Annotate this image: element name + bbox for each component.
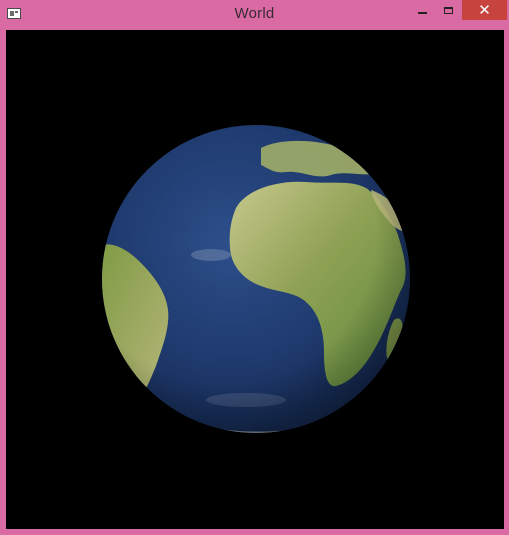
title-bar[interactable]: World ✕: [0, 0, 509, 30]
earth-globe[interactable]: [6, 30, 504, 529]
maximize-button[interactable]: [436, 0, 460, 20]
app-window: World ✕: [0, 0, 509, 535]
render-viewport[interactable]: [6, 30, 504, 529]
close-button[interactable]: ✕: [462, 0, 507, 20]
globe-shading: [102, 125, 410, 433]
minimize-icon: [417, 12, 427, 14]
close-icon: ✕: [478, 1, 491, 19]
maximize-icon: [443, 6, 453, 14]
minimize-button[interactable]: [410, 0, 434, 20]
